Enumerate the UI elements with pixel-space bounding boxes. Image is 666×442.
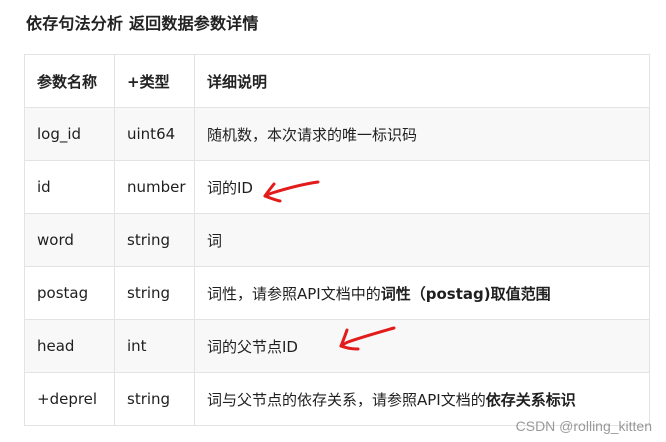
param-type: number [114,160,195,214]
param-type: string [114,266,195,320]
params-table: 参数名称 +类型 详细说明 log_id uint64 随机数，本次请求的唯一标… [24,54,650,426]
table-row: word string 词 [24,213,650,267]
table-row: postag string 词性，请参照API文档中的词性（postag)取值范… [24,266,650,320]
description-text: 词性，请参照API文档中的 [207,284,381,303]
watermark: CSDN @rolling_kitten [515,418,652,434]
param-name: head [24,319,115,373]
param-type: uint64 [114,107,195,161]
param-name: word [24,213,115,267]
description-text: 随机数，本次请求的唯一标识码 [207,125,418,144]
table-header-row: 参数名称 +类型 详细说明 [24,54,650,108]
param-type: int [114,319,195,373]
header-description: 详细说明 [194,54,650,108]
table-row: log_id uint64 随机数，本次请求的唯一标识码 [24,107,650,161]
table-row: id number 词的ID [24,160,650,214]
param-name: log_id [24,107,115,161]
description-strong: 依存关系标识 [485,390,576,409]
param-description: 词性，请参照API文档中的词性（postag)取值范围 [194,266,650,320]
page-title: 依存句法分析 返回数据参数详情 [26,14,259,33]
param-name: postag [24,266,115,320]
param-name: id [24,160,115,214]
param-type: string [114,372,195,426]
header-type: +类型 [114,54,195,108]
description-text: 词的父节点ID [207,337,298,356]
description-text: 词与父节点的依存关系，请参照API文档的 [207,390,486,409]
description-text: 词的ID [207,178,253,197]
param-type: string [114,213,195,267]
param-description: 词的父节点ID [194,319,650,373]
param-description: 词 [194,213,650,267]
header-param-name: 参数名称 [24,54,115,108]
description-text: 词 [207,231,223,250]
param-description: 词的ID [194,160,650,214]
table-row: head int 词的父节点ID [24,319,650,373]
param-name: +deprel [24,372,115,426]
param-description: 随机数，本次请求的唯一标识码 [194,107,650,161]
description-strong: 词性（postag)取值范围 [380,284,551,303]
